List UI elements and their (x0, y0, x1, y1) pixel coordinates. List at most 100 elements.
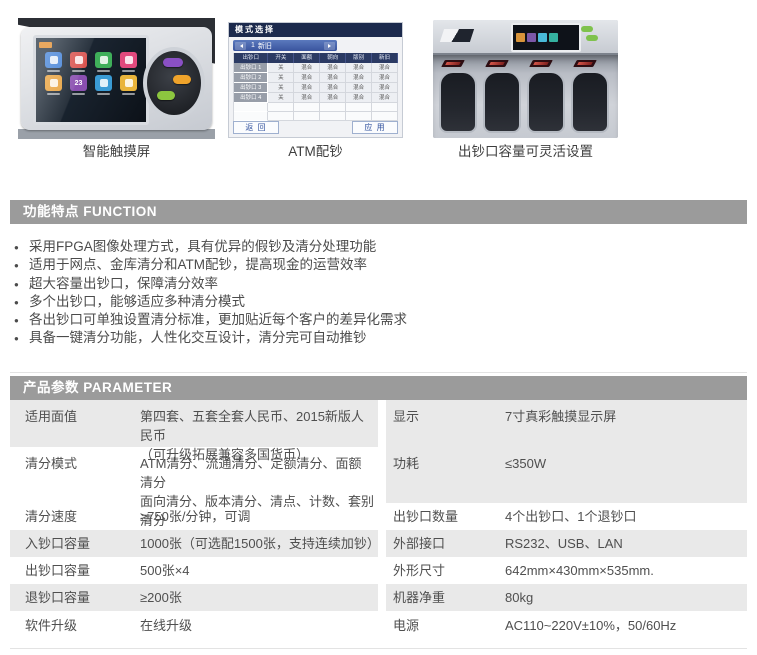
green-button (581, 26, 593, 32)
machine-screen-icon (516, 33, 525, 42)
function-bullet: 超大容量出钞口，保障清分效率 (14, 275, 734, 293)
spec-row: 显示7寸真彩触摸显示屏 (386, 400, 747, 447)
atm-table-row: 出钞口 4关混合混合混合混合 (234, 93, 398, 103)
output-pocket (571, 71, 609, 133)
touchscreen-photo: 23 (18, 18, 215, 139)
atm-header-cell: 出钞口 (234, 53, 268, 63)
machine-photo (433, 20, 618, 138)
atm-cell (346, 103, 372, 112)
machine-body (433, 20, 618, 138)
atm-pocket-label: 出钞口 4 (234, 93, 268, 103)
spec-value: ≥200张 (140, 588, 378, 607)
function-bullet-list: 采用FPGA图像处理方式，具有优异的假钞及清分处理功能适用于网点、金库清分和AT… (14, 238, 734, 348)
function-bullet: 具备一键清分功能，人性化交互设计，清分完可自动推钞 (14, 329, 734, 347)
spec-row: 电源AC110~220V±10%，50/60Hz (386, 611, 747, 640)
spec-label: 显示 (386, 407, 505, 426)
screen-glare (36, 38, 146, 122)
machine-base (18, 129, 215, 139)
parameter-section-header: 产品参数 PARAMETER (10, 376, 747, 400)
atm-table-row: 出钞口 1关混合混合混合混合 (234, 63, 398, 73)
spec-label: 电源 (386, 616, 505, 635)
atm-cell: 关 (268, 83, 294, 93)
prev-arrow-icon (235, 42, 246, 50)
spec-value: RS232、USB、LAN (505, 534, 747, 553)
atm-pocket-label: 出钞口 1 (234, 63, 268, 73)
spec-label: 软件升级 (10, 616, 140, 635)
machine-top-deck (433, 20, 618, 55)
atm-cell: 混合 (320, 93, 346, 103)
led-glow (445, 62, 461, 65)
pocket-area (433, 55, 618, 138)
atm-cell: 混合 (346, 63, 372, 73)
brochure-page: 23 模式选择 1 新旧 出钞口开关面额朝向版别新旧 出钞口 1关混合混合混合混… (0, 0, 757, 655)
device-body: 23 (21, 27, 212, 130)
photo-caption: 出钞口容量可灵活设置 (433, 143, 618, 161)
divider-line (10, 372, 747, 373)
atm-header-cell: 面额 (294, 53, 320, 63)
pocket-led-display (441, 60, 465, 67)
atm-cell: 关 (268, 73, 294, 83)
spec-value: 80kg (505, 588, 747, 607)
atm-cell: 混合 (372, 73, 398, 83)
spec-label: 退钞口容量 (10, 588, 140, 607)
atm-cell: 混合 (294, 63, 320, 73)
atm-table-rows: 出钞口 1关混合混合混合混合出钞口 2关混合混合混合混合出钞口 3关混合混合混合… (234, 63, 398, 121)
atm-cell (268, 112, 294, 121)
spec-row: 适用面值第四套、五套全套人民币、2015新版人民币 （可升级拓展兼容多国货币） (10, 400, 378, 447)
spec-value: 4个出钞口、1个退钞口 (505, 507, 747, 526)
atm-cell: 混合 (320, 63, 346, 73)
atm-cell (372, 103, 398, 112)
back-button: 返 回 (233, 121, 279, 134)
output-pocket (527, 71, 565, 133)
atm-cell: 关 (268, 93, 294, 103)
atm-cell: 混合 (320, 83, 346, 93)
atm-screen-body: 1 新旧 出钞口开关面额朝向版别新旧 出钞口 1关混合混合混合混合出钞口 2关混… (229, 37, 402, 137)
atm-mode-nav: 1 新旧 (233, 40, 337, 51)
spec-panel-left: 适用面值第四套、五套全套人民币、2015新版人民币 （可升级拓展兼容多国货币）清… (10, 400, 378, 640)
output-pocket (439, 71, 477, 133)
touch-screen: 23 (33, 35, 149, 125)
purple-button (163, 58, 183, 67)
led-glow (489, 62, 505, 65)
spec-row: 外形尺寸642mm×430mm×535mm. (386, 557, 747, 584)
atm-cell (372, 112, 398, 121)
spec-value: AC110~220V±10%，50/60Hz (505, 616, 747, 635)
atm-table-row: 出钞口 2关混合混合混合混合 (234, 73, 398, 83)
atm-header-cell: 新旧 (372, 53, 398, 63)
atm-cell: 混合 (294, 93, 320, 103)
atm-empty-row (234, 112, 398, 121)
spec-label: 外形尺寸 (386, 561, 505, 580)
led-glow (577, 62, 593, 65)
spec-label: 外部接口 (386, 534, 505, 553)
spec-row: 软件升级在线升级 (10, 611, 378, 640)
output-pocket (483, 71, 521, 133)
spec-value: ≤350W (505, 454, 747, 473)
spec-value: 642mm×430mm×535mm. (505, 561, 747, 580)
spec-value: 1000张（可选配1500张，支持连续加钞） (140, 534, 378, 553)
atm-nav-mode: 新旧 (258, 41, 272, 51)
atm-pocket-label: 出钞口 3 (234, 83, 268, 93)
spec-label: 入钞口容量 (10, 534, 140, 553)
spec-row: 出钞口数量4个出钞口、1个退钞口 (386, 503, 747, 530)
machine-screen (511, 23, 581, 52)
atm-cell (346, 112, 372, 121)
spec-row: 出钞口容量500张×4 (10, 557, 378, 584)
spec-row: 退钞口容量≥200张 (10, 584, 378, 611)
machine-screen-icon (549, 33, 558, 42)
atm-cell: 混合 (372, 83, 398, 93)
function-bullet: 各出钞口可单独设置清分标准，更加贴近每个客户的差异化需求 (14, 311, 734, 329)
spec-value: 在线升级 (140, 616, 378, 635)
spec-row: 功耗≤350W (386, 447, 747, 503)
atm-footer: 返 回 应 用 (233, 121, 398, 134)
next-arrow-icon (324, 42, 335, 50)
divider-line (10, 648, 747, 649)
spec-value: 500张×4 (140, 561, 378, 580)
photo-caption: ATM配钞 (228, 143, 403, 161)
atm-screen: 模式选择 1 新旧 出钞口开关面额朝向版别新旧 出钞口 1关混合混合混合混合出钞… (228, 22, 403, 138)
atm-cell: 混合 (294, 73, 320, 83)
green-button (157, 91, 175, 100)
atm-cell: 混合 (346, 83, 372, 93)
atm-header-cell: 版别 (346, 53, 372, 63)
spec-row: 外部接口RS232、USB、LAN (386, 530, 747, 557)
pocket-led-display (529, 60, 553, 67)
